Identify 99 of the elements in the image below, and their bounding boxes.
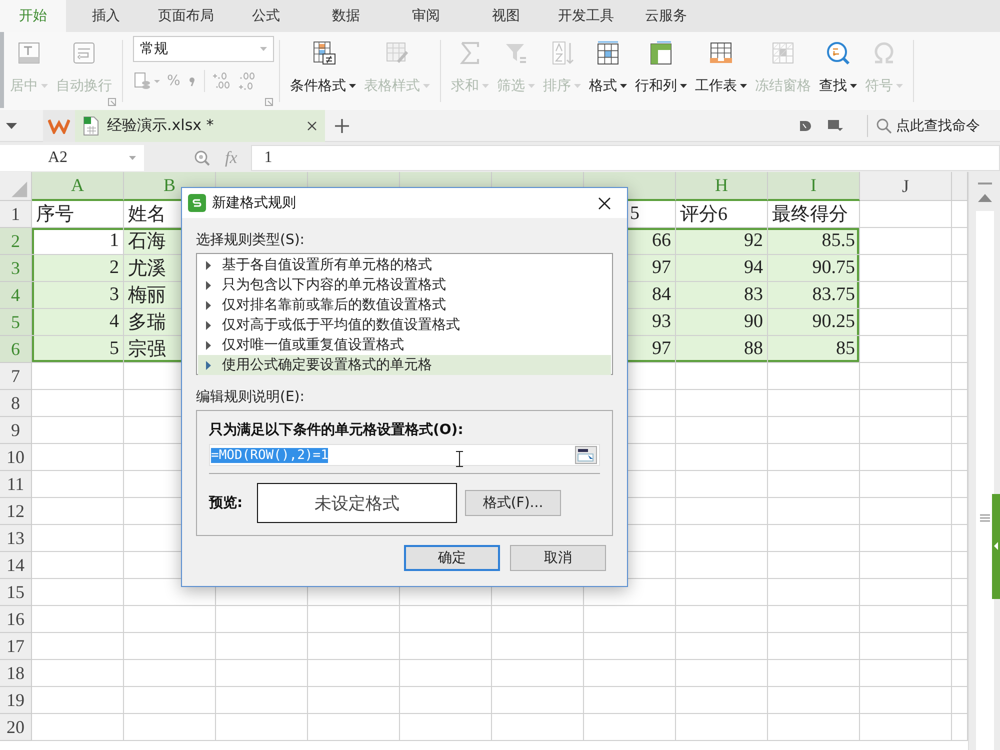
find-icon [825,40,851,66]
table-cell: 5 [32,336,124,363]
row-header[interactable]: 7 [0,363,32,390]
dialog-button[interactable]: 取消 [510,545,606,571]
rows-columns-icon [648,40,674,66]
caret-icon [129,156,136,160]
close-icon[interactable] [598,196,611,210]
table-cell: 2 [32,255,124,282]
grid-format-icon [595,40,621,66]
logo-icon[interactable] [48,118,70,134]
row-header[interactable]: 12 [0,498,32,525]
row-header[interactable]: 1 [0,201,32,228]
table-cell: 3 [32,282,124,309]
table-cell: 90 [676,309,768,336]
menu-tab[interactable]: 公式 [226,0,306,32]
column-header[interactable]: J [860,172,952,201]
worksheet-icon [708,40,734,66]
caret-icon[interactable] [6,122,17,128]
dialog-launcher-icon[interactable] [265,98,273,106]
menu-tab[interactable]: 视图 [466,0,546,32]
table-cell: 94 [676,255,768,282]
table-cell: 88 [676,336,768,363]
menu-tab[interactable]: 数据 [306,0,386,32]
table-cell: 4 [32,309,124,336]
decrease-decimal-icon[interactable] [237,70,258,92]
ribbon-button[interactable]: 行和列 [631,32,691,110]
caret-icon [260,47,267,51]
expand-arrow-icon [206,260,211,270]
menu-tab[interactable]: 审阅 [386,0,466,32]
comment-icon[interactable] [827,118,843,132]
command-search-field[interactable]: 点此查找命令 [876,118,1000,134]
dialog-launcher-icon[interactable] [108,98,116,106]
row-header[interactable]: 16 [0,606,32,633]
zoom-icon[interactable] [194,150,210,166]
row-header[interactable]: 8 [0,390,32,417]
wrap-text-icon [71,40,97,66]
grip-icon[interactable] [980,514,990,522]
row-header[interactable]: 17 [0,633,32,660]
ribbon-button[interactable]: 条件格式 [286,32,360,110]
spreadsheet-file-icon [83,116,99,136]
table-cell: 85 [768,336,860,363]
dialog-button[interactable]: 确定 [404,545,500,571]
ribbon-button[interactable]: 工作表 [691,32,751,110]
formula-input[interactable]: 1 [251,144,1000,170]
row-header[interactable]: 9 [0,417,32,444]
table-cell: 85.5 [768,228,860,255]
number-format-dropdown[interactable]: 常规 [133,36,274,62]
plus-icon[interactable] [335,118,349,132]
table-cell: 序号 [32,201,124,228]
table-text-icon [16,40,42,66]
table-cell: 83.75 [768,282,860,309]
format-button[interactable]: 格式(F)... [465,490,561,516]
close-icon[interactable] [307,120,317,130]
scrollbar[interactable] [968,172,1000,750]
freeze-panes-icon [770,40,796,66]
ribbon-button[interactable]: 格式 [585,32,631,110]
condition-label: 只为满足以下条件的单元格设置格式(O): [209,421,464,439]
table-cell: 90.75 [768,255,860,282]
expand-arrow-icon [206,300,211,310]
menu-tab[interactable]: 开发工具 [546,0,626,32]
menu-tab[interactable]: 插入 [66,0,146,32]
row-header[interactable]: 10 [0,444,32,471]
select-all-icon[interactable] [0,172,32,201]
ribbon-button[interactable]: 查找 [815,32,861,110]
expand-arrow-icon [206,340,211,350]
search-icon [876,118,892,134]
ribbon-scroll-handle[interactable] [0,32,4,108]
row-header[interactable]: 11 [0,471,32,498]
expand-arrow-icon [206,360,211,370]
menu-tab[interactable]: 开始 [0,0,66,32]
collapse-icon[interactable] [978,182,992,185]
section-label: 编辑规则说明(E): [196,388,306,406]
table-cell: 92 [676,228,768,255]
table-brush-icon [384,40,410,66]
up-arrow-icon[interactable] [978,194,992,202]
row-header[interactable]: 20 [0,714,32,741]
table-cell: 1 [32,228,124,255]
row-header[interactable]: 19 [0,687,32,714]
table-cell: 90.25 [768,309,860,336]
row-header[interactable]: 18 [0,660,32,687]
rule-type-item[interactable]: 使用公式确定要设置格式的单元格 [198,355,611,375]
side-panel-tab-icon[interactable] [992,494,1000,599]
preview-box: 未设定格式 [257,483,457,523]
menu-tab[interactable]: 云服务 [626,0,706,32]
row-header[interactable]: 13 [0,525,32,552]
app-icon [188,194,206,212]
document-tab[interactable]: 经验演示.xlsx * [75,110,325,142]
preview-label: 预览: [209,494,244,512]
table-cell: 83 [676,282,768,309]
expand-arrow-icon [206,320,211,330]
menu-tab[interactable]: 页面布局 [146,0,226,32]
expand-arrow-icon [206,280,211,290]
range-picker-icon[interactable] [575,446,597,464]
row-header[interactable]: 14 [0,552,32,579]
name-box[interactable]: A2 [0,144,144,170]
row-header[interactable]: 15 [0,579,32,606]
rule-type-list[interactable]: 基于各自值设置所有单元格的格式 只为包含以下内容的单元格设置格式 仅对排名靠前或靠后的数值设置格式 仅对高于或低于平均值的数值设置格式 仅对唯一值或重复值设置格式 使用公式确定要设置格式的单元格 [196,253,613,375]
currency-icon[interactable] [133,71,161,91]
text-cursor-icon [456,451,463,467]
